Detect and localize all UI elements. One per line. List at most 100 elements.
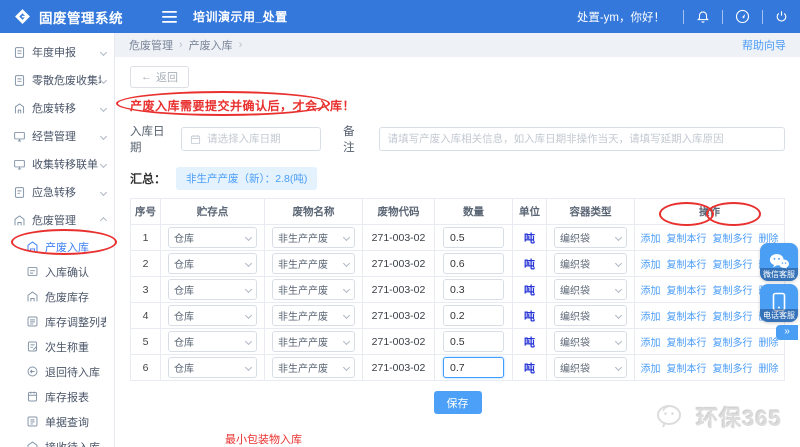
waste-name-select-value: 非生产产废 xyxy=(278,286,328,297)
container-select[interactable]: 编织袋 xyxy=(554,253,627,274)
warehouse-icon xyxy=(26,240,39,253)
note-field[interactable] xyxy=(378,127,786,151)
copy-row-link[interactable]: 复制本行 xyxy=(667,260,707,271)
summary-badge[interactable]: 非生产产废（新）：2.8(吨) xyxy=(176,167,318,190)
app-title: 固废管理系统 xyxy=(39,10,123,26)
note-input[interactable] xyxy=(387,133,777,145)
add-link[interactable]: 添加 xyxy=(641,234,661,245)
user-greeting[interactable]: 处置-ym，你好！ xyxy=(577,9,665,25)
quantity-input[interactable] xyxy=(443,227,504,248)
copy-row-link[interactable]: 复制本行 xyxy=(667,364,707,375)
sidebar-item-secondary-weighing[interactable]: 次生称重 xyxy=(0,334,114,359)
waste-name-select[interactable]: 非生产产废 xyxy=(272,357,355,378)
notification-bell-button[interactable] xyxy=(696,10,710,24)
add-link[interactable]: 添加 xyxy=(641,260,661,271)
workspace-tab[interactable]: 培训演示用_处置 xyxy=(193,8,288,25)
container-select[interactable]: 编织袋 xyxy=(554,331,627,352)
back-button[interactable]: ← 返回 xyxy=(130,66,189,88)
sidebar-item-waste-inventory[interactable]: 危废库存 xyxy=(0,284,114,309)
chevron-down-icon xyxy=(99,76,108,84)
table-row: 5 仓库 非生产产废 271-003-02 吨 编织袋 添加复制本行复制多行删除 xyxy=(130,328,785,355)
copy-row-link[interactable]: 复制本行 xyxy=(667,234,707,245)
back-arrow-icon: ← xyxy=(141,71,152,83)
quantity-input[interactable] xyxy=(443,331,504,352)
chevron-down-icon xyxy=(99,132,108,140)
storage-select[interactable]: 仓库 xyxy=(168,357,257,378)
waste-name-select[interactable]: 非生产产废 xyxy=(272,331,355,352)
waste-name-select[interactable]: 非生产产废 xyxy=(272,227,355,248)
copy-row-link[interactable]: 复制本行 xyxy=(667,338,707,349)
arrow-left-circle-icon xyxy=(26,365,39,378)
storage-select[interactable]: 仓库 xyxy=(168,253,257,274)
app-brand[interactable]: 固废管理系统 xyxy=(14,7,154,27)
storage-select[interactable]: 仓库 xyxy=(168,305,257,326)
copy-rows-link[interactable]: 复制多行 xyxy=(713,260,753,271)
sidebar-toggle-button[interactable] xyxy=(162,10,177,23)
add-link[interactable]: 添加 xyxy=(641,312,661,323)
sidebar-item-receive-pending-inbound[interactable]: 接收待入库 xyxy=(0,434,114,447)
container-select[interactable]: 编织袋 xyxy=(554,227,627,248)
sidebar-item-label: 应急转移 xyxy=(32,187,76,199)
storage-select[interactable]: 仓库 xyxy=(168,279,257,300)
quantity-input-focused[interactable] xyxy=(443,357,504,378)
phone-service-button[interactable]: 电话客服 xyxy=(760,284,798,322)
quantity-input[interactable] xyxy=(443,279,504,300)
sidebar-item-label: 收集转移联单 xyxy=(32,159,98,171)
table-row: 1 仓库 非生产产废 271-003-02 吨 编织袋 添加复制本行复制多行删除 xyxy=(130,224,785,251)
copy-rows-link[interactable]: 复制多行 xyxy=(713,338,753,349)
sidebar-item-inventory-report[interactable]: 库存报表 xyxy=(0,384,114,409)
storage-select[interactable]: 仓库 xyxy=(168,331,257,352)
guide-button[interactable] xyxy=(735,9,750,24)
chevron-down-icon xyxy=(244,285,253,294)
sidebar-item-inbound-confirm[interactable]: 入库确认 xyxy=(0,259,114,284)
add-link[interactable]: 添加 xyxy=(641,286,661,297)
waste-name-select[interactable]: 非生产产废 xyxy=(272,253,355,274)
delete-link[interactable]: 删除 xyxy=(759,364,779,375)
inbound-date-input[interactable] xyxy=(207,133,313,145)
storage-select[interactable]: 仓库 xyxy=(168,227,257,248)
container-select[interactable]: 编织袋 xyxy=(554,305,627,326)
sidebar-item-waste-management[interactable]: 危废管理 xyxy=(0,206,114,234)
sidebar-item-emergency-transfer[interactable]: 应急转移 xyxy=(0,178,114,206)
summary-row: 汇总： 非生产产废（新）：2.8(吨) xyxy=(130,167,785,190)
storage-select-value: 仓库 xyxy=(174,286,194,297)
save-button[interactable]: 保存 xyxy=(433,391,482,414)
quantity-input[interactable] xyxy=(443,253,504,274)
sidebar-item-label: 年度申报 xyxy=(32,47,76,59)
sidebar-item-document-query[interactable]: 单据查询 xyxy=(0,409,114,434)
breadcrumb-level1[interactable]: 危废管理 xyxy=(129,37,173,53)
copy-rows-link[interactable]: 复制多行 xyxy=(713,312,753,323)
sidebar-item-waste-inbound[interactable]: 产废入库 xyxy=(0,234,114,259)
chevron-down-icon xyxy=(342,311,351,320)
copy-row-link[interactable]: 复制本行 xyxy=(667,312,707,323)
service-collapse-button[interactable]: » xyxy=(776,325,798,340)
sidebar-item-annual-report[interactable]: 年度申报 xyxy=(0,38,114,66)
sidebar-item-collection-manifest[interactable]: 收集转移联单 xyxy=(0,150,114,178)
unit-label: 吨 xyxy=(524,258,535,271)
container-select[interactable]: 编织袋 xyxy=(554,279,627,300)
waste-name-select[interactable]: 非生产产废 xyxy=(272,279,355,300)
sidebar-item-label: 产废入库 xyxy=(45,241,89,254)
waste-name-select[interactable]: 非生产产废 xyxy=(272,305,355,326)
sidebar-item-inventory-adjust-list[interactable]: 库存调整列表 xyxy=(0,309,114,334)
document-icon xyxy=(13,74,26,87)
sidebar-item-scattered-collection[interactable]: 零散危废收集填报 xyxy=(0,66,114,94)
add-link[interactable]: 添加 xyxy=(641,338,661,349)
copy-rows-link[interactable]: 复制多行 xyxy=(713,286,753,297)
waste-name-select-value: 非生产产废 xyxy=(278,234,328,245)
copy-rows-link[interactable]: 复制多行 xyxy=(713,234,753,245)
wechat-service-button[interactable]: 微信客服 xyxy=(760,243,798,281)
sidebar-item-waste-transfer[interactable]: 危废转移 xyxy=(0,94,114,122)
inbound-date-field[interactable] xyxy=(181,127,322,151)
sidebar-item-return-pending-inbound[interactable]: 退回待入库 xyxy=(0,359,114,384)
help-guide-link[interactable]: 帮助向导 xyxy=(742,37,786,53)
copy-rows-link[interactable]: 复制多行 xyxy=(713,364,753,375)
breadcrumb-level2[interactable]: 产废入库 xyxy=(189,37,233,53)
sidebar-item-operation-management[interactable]: 经营管理 xyxy=(0,122,114,150)
add-link[interactable]: 添加 xyxy=(641,364,661,375)
quantity-input[interactable] xyxy=(443,305,504,326)
container-select[interactable]: 编织袋 xyxy=(554,357,627,378)
logout-button[interactable] xyxy=(775,10,788,23)
copy-row-link[interactable]: 复制本行 xyxy=(667,286,707,297)
table-row: 3 仓库 非生产产废 271-003-02 吨 编织袋 添加复制本行复制多行删除 xyxy=(130,276,785,303)
